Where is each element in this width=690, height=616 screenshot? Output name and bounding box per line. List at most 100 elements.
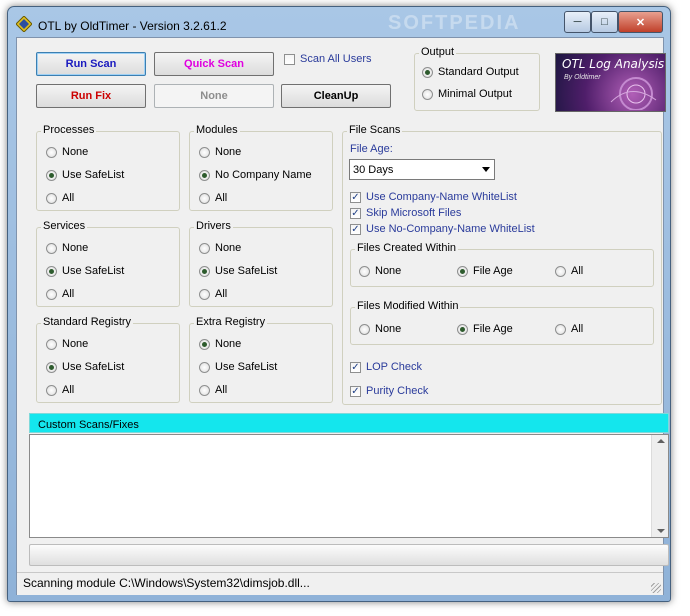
files-modified-group: Files Modified Within None File Age All <box>350 300 654 345</box>
modified-all-radio[interactable]: All <box>555 323 583 335</box>
extreg-safelist-dot[interactable] <box>199 361 210 373</box>
company-whitelist-checkbox[interactable]: ✓ Use Company-Name WhiteList <box>350 191 517 203</box>
processes-safelist-radio[interactable]: Use SafeList <box>46 169 124 181</box>
window-title: OTL by OldTimer - Version 3.2.61.2 <box>38 19 227 33</box>
none-button[interactable]: None <box>154 84 274 108</box>
extreg-all-radio[interactable]: All <box>199 384 227 396</box>
custom-scans-textarea[interactable] <box>29 434 669 538</box>
extreg-all-dot[interactable] <box>199 384 210 396</box>
created-none-dot[interactable] <box>359 265 370 277</box>
created-all-radio[interactable]: All <box>555 265 583 277</box>
processes-safelist-label: Use SafeList <box>62 169 125 181</box>
close-button[interactable]: ✕ <box>618 11 663 33</box>
stdreg-none-label: None <box>62 338 89 350</box>
drivers-safelist-dot[interactable] <box>199 265 210 277</box>
modules-all-radio[interactable]: All <box>199 192 227 204</box>
company-whitelist-box[interactable]: ✓ <box>350 191 361 203</box>
processes-none-radio[interactable]: None <box>46 146 88 158</box>
file-age-label: File Age: <box>350 143 393 155</box>
modules-nocompany-label: No Company Name <box>215 169 312 181</box>
resize-grip-icon[interactable] <box>651 583 661 593</box>
services-none-dot[interactable] <box>46 242 57 254</box>
output-standard-radio[interactable]: Standard Output <box>422 66 519 78</box>
skip-microsoft-checkbox[interactable]: ✓ Skip Microsoft Files <box>350 207 461 219</box>
modules-nocompany-dot[interactable] <box>199 169 210 181</box>
file-age-dropdown[interactable]: 30 Days <box>349 159 495 180</box>
quick-scan-button[interactable]: Quick Scan <box>154 52 274 76</box>
stdreg-safelist-radio[interactable]: Use SafeList <box>46 361 124 373</box>
modules-nocompany-radio[interactable]: No Company Name <box>199 169 312 181</box>
services-safelist-radio[interactable]: Use SafeList <box>46 265 124 277</box>
output-minimal-radio-dot[interactable] <box>422 88 433 100</box>
stdreg-none-radio[interactable]: None <box>46 338 88 350</box>
drivers-all-radio[interactable]: All <box>199 288 227 300</box>
scan-all-users-checkbox[interactable]: Scan All Users <box>284 53 372 65</box>
nocompany-whitelist-box[interactable]: ✓ <box>350 223 361 235</box>
title-bar[interactable]: OTL by OldTimer - Version 3.2.61.2 SOFTP… <box>8 7 670 37</box>
purity-check-box[interactable]: ✓ <box>350 385 361 397</box>
services-all-dot[interactable] <box>46 288 57 300</box>
scroll-down-icon[interactable] <box>657 529 665 533</box>
modified-fileage-radio[interactable]: File Age <box>457 323 513 335</box>
stdreg-all-radio[interactable]: All <box>46 384 74 396</box>
modified-fileage-label: File Age <box>473 323 513 335</box>
modules-none-radio[interactable]: None <box>199 146 241 158</box>
softpedia-watermark: SOFTPEDIA <box>388 12 521 34</box>
output-group-title: Output <box>419 46 457 58</box>
textarea-scrollbar[interactable] <box>651 435 668 537</box>
otl-log-analysis-logo[interactable]: OTL Log Analysis By Oldtimer <box>555 53 666 112</box>
stdreg-none-dot[interactable] <box>46 338 57 350</box>
cleanup-button[interactable]: CleanUp <box>281 84 391 108</box>
drivers-safelist-radio[interactable]: Use SafeList <box>199 265 277 277</box>
modules-none-dot[interactable] <box>199 146 210 158</box>
output-minimal-radio[interactable]: Minimal Output <box>422 88 512 100</box>
drivers-none-dot[interactable] <box>199 242 210 254</box>
processes-safelist-dot[interactable] <box>46 169 57 181</box>
modified-none-dot[interactable] <box>359 323 370 335</box>
modified-all-dot[interactable] <box>555 323 566 335</box>
modules-all-dot[interactable] <box>199 192 210 204</box>
extreg-safelist-radio[interactable]: Use SafeList <box>199 361 277 373</box>
processes-all-dot[interactable] <box>46 192 57 204</box>
stdreg-all-label: All <box>62 384 75 396</box>
minimize-button[interactable]: ─ <box>564 11 591 33</box>
services-none-radio[interactable]: None <box>46 242 88 254</box>
maximize-icon: □ <box>601 16 608 28</box>
processes-all-radio[interactable]: All <box>46 192 74 204</box>
run-fix-button[interactable]: Run Fix <box>36 84 146 108</box>
stdreg-safelist-dot[interactable] <box>46 361 57 373</box>
progress-bar <box>29 544 669 566</box>
lop-check-checkbox[interactable]: ✓ LOP Check <box>350 361 422 373</box>
purity-check-label: Purity Check <box>366 385 429 397</box>
stdreg-all-dot[interactable] <box>46 384 57 396</box>
purity-check-checkbox[interactable]: ✓ Purity Check <box>350 385 428 397</box>
drivers-none-radio[interactable]: None <box>199 242 241 254</box>
scan-all-users-box[interactable] <box>284 53 295 65</box>
nocompany-whitelist-checkbox[interactable]: ✓ Use No-Company-Name WhiteList <box>350 223 535 235</box>
run-scan-button[interactable]: Run Scan <box>36 52 146 76</box>
processes-none-dot[interactable] <box>46 146 57 158</box>
modified-fileage-dot[interactable] <box>457 323 468 335</box>
extreg-none-radio[interactable]: None <box>199 338 241 350</box>
output-standard-radio-dot[interactable] <box>422 66 433 78</box>
created-fileage-radio[interactable]: File Age <box>457 265 513 277</box>
created-fileage-dot[interactable] <box>457 265 468 277</box>
created-none-radio[interactable]: None <box>359 265 401 277</box>
drivers-all-dot[interactable] <box>199 288 210 300</box>
output-standard-label: Standard Output <box>438 66 519 78</box>
modified-none-radio[interactable]: None <box>359 323 401 335</box>
services-safelist-dot[interactable] <box>46 265 57 277</box>
extreg-none-dot[interactable] <box>199 338 210 350</box>
services-all-radio[interactable]: All <box>46 288 74 300</box>
created-all-dot[interactable] <box>555 265 566 277</box>
services-all-label: All <box>62 288 75 300</box>
files-created-group: Files Created Within None File Age All <box>350 242 654 287</box>
lop-check-box[interactable]: ✓ <box>350 361 361 373</box>
chevron-down-icon <box>482 167 490 172</box>
logo-graphic <box>610 77 657 110</box>
scroll-up-icon[interactable] <box>657 439 665 443</box>
created-none-label: None <box>375 265 402 277</box>
maximize-button[interactable]: □ <box>591 11 618 33</box>
created-all-label: All <box>571 265 584 277</box>
skip-microsoft-box[interactable]: ✓ <box>350 207 361 219</box>
